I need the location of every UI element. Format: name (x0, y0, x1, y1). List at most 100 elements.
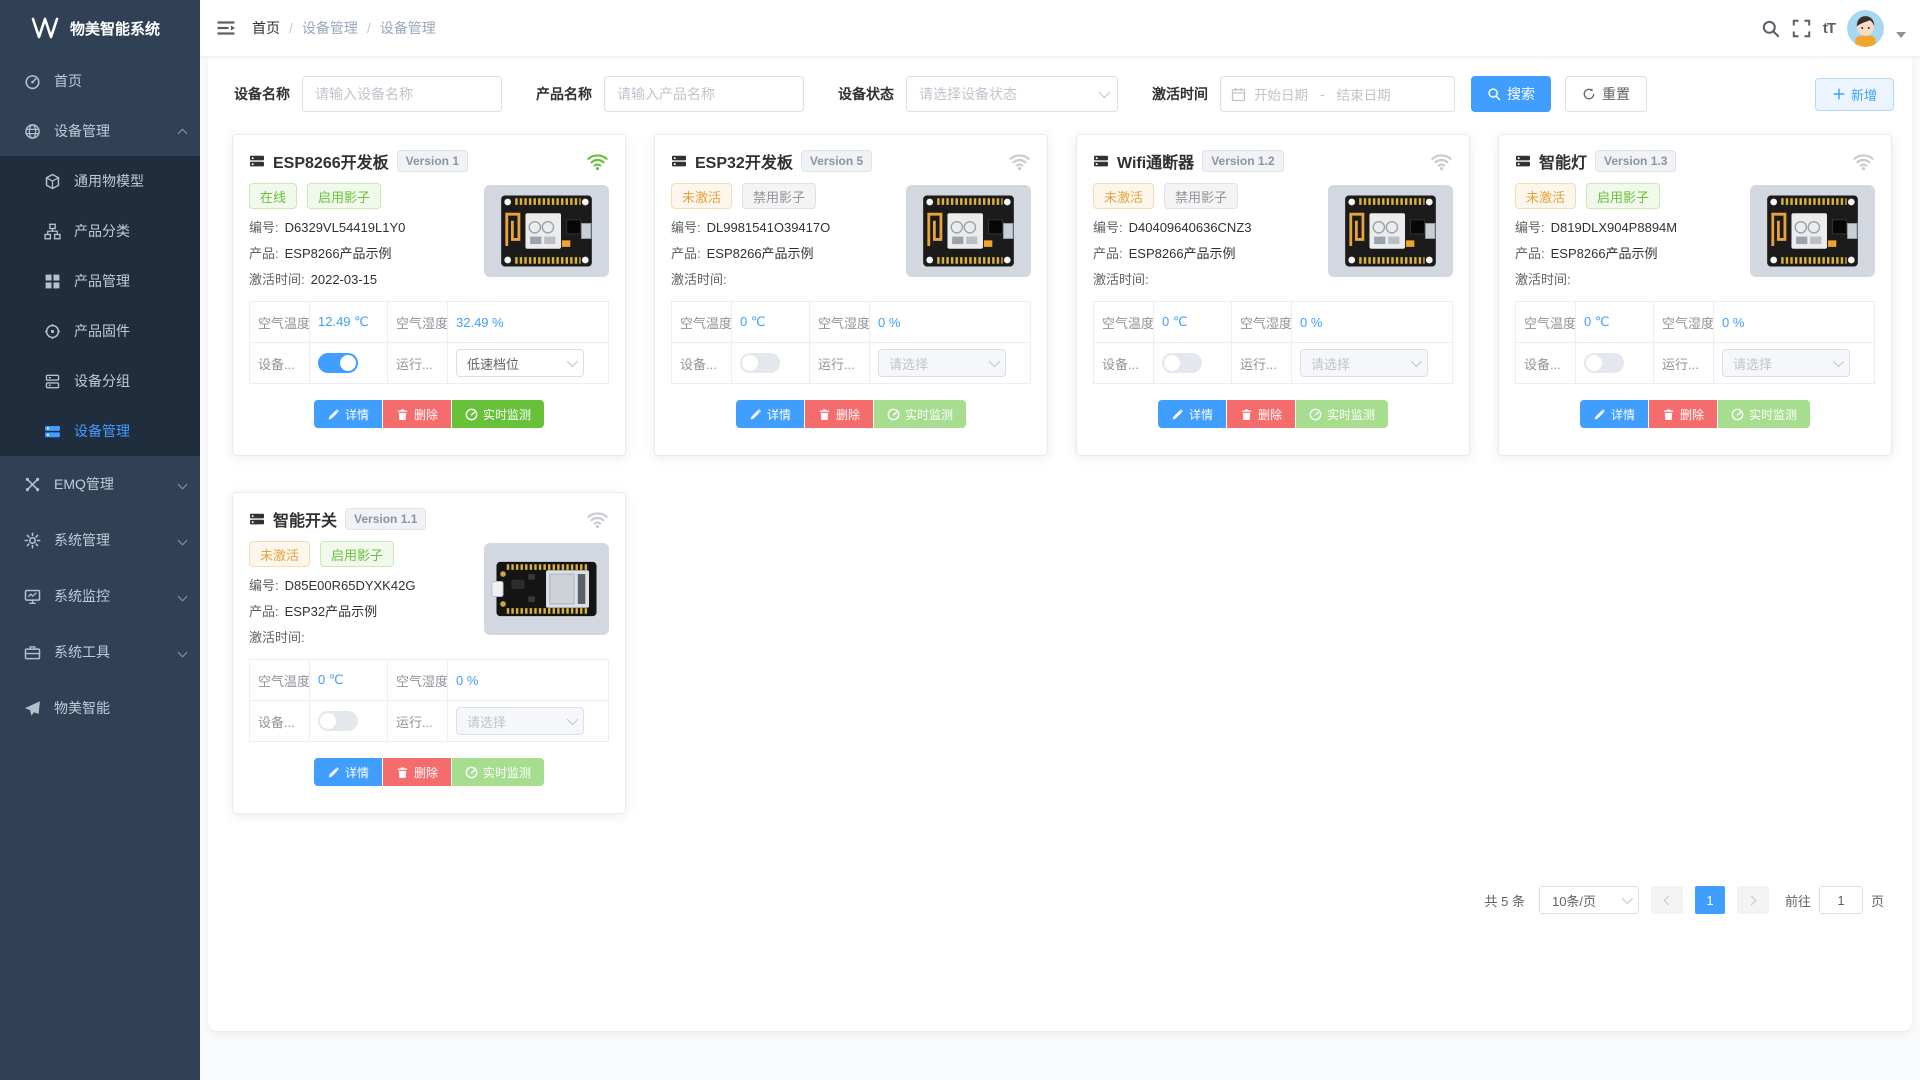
run-mode-placeholder: 请选择 (467, 712, 567, 731)
run-mode-select[interactable]: 请选择 (456, 707, 584, 735)
detail-button[interactable]: 详情 (314, 758, 382, 786)
sidebar-item-brand[interactable]: 物美智能 (0, 680, 200, 736)
chevron-down-icon (989, 356, 1000, 367)
sidebar-group-emq[interactable]: EMQ管理 (0, 456, 200, 512)
sidebar-group-label: 系统工具 (54, 642, 110, 662)
run-mode-value: 低速档位 (467, 354, 567, 373)
device-switch-label: 设备... (1094, 343, 1154, 384)
page-number-current[interactable]: 1 (1695, 886, 1725, 914)
avatar[interactable] (1847, 10, 1884, 47)
font-size-icon[interactable]: tT (1823, 20, 1835, 37)
gauge-icon (1731, 408, 1744, 421)
shadow-badge: 禁用影子 (742, 183, 816, 209)
sidebar-item-product-management[interactable]: 产品管理 (0, 256, 200, 306)
delete-button[interactable]: 删除 (1649, 400, 1717, 428)
device-card: Wifi通断器 Version 1.2 未激活 禁用影子 编号:D4040964… (1076, 134, 1470, 456)
sidebar-group-system-tools[interactable]: 系统工具 (0, 624, 200, 680)
breadcrumb-home[interactable]: 首页 (252, 18, 280, 38)
sidebar-item-thing-model[interactable]: 通用物模型 (0, 156, 200, 206)
device-switch-toggle[interactable] (1584, 353, 1624, 373)
device-image (1750, 185, 1875, 277)
detail-button[interactable]: 详情 (736, 400, 804, 428)
app-logo[interactable]: 物美智能系统 (0, 0, 200, 56)
active-time-range-picker[interactable]: 开始日期 - 结束日期 (1220, 76, 1455, 112)
sidebar-group-device-management[interactable]: 设备管理 (0, 106, 200, 156)
delete-button[interactable]: 删除 (383, 400, 451, 428)
sidebar-group-system-management[interactable]: 系统管理 (0, 512, 200, 568)
device-product-row: 产品:ESP8266产品示例 (1093, 241, 1318, 267)
device-number: D40409640636CNZ3 (1129, 220, 1252, 235)
device-switch-label: 设备... (672, 343, 732, 384)
sidebar-collapse-icon[interactable] (216, 18, 236, 38)
fullscreen-icon[interactable] (1792, 19, 1811, 38)
calendar-icon (1231, 87, 1246, 102)
device-active-time-row: 激活时间: (1093, 267, 1318, 293)
chevron-down-icon (1411, 356, 1422, 367)
device-status-select[interactable]: 请选择设备状态 (906, 76, 1118, 112)
sidebar-item-device-group[interactable]: 设备分组 (0, 356, 200, 406)
version-badge: Version 1.2 (1202, 150, 1283, 172)
next-page-button[interactable] (1737, 886, 1769, 914)
shadow-badge: 启用影子 (320, 541, 394, 567)
prev-page-button[interactable] (1651, 886, 1683, 914)
sidebar-group-label: 设备管理 (54, 121, 110, 141)
pen-icon (327, 408, 340, 421)
sidebar-item-device-management-active[interactable]: 设备管理 (0, 406, 200, 456)
run-mode-label: 运行... (810, 343, 870, 384)
delete-button[interactable]: 删除 (1227, 400, 1295, 428)
page-size-select[interactable]: 10条/页 (1539, 886, 1639, 914)
run-mode-label: 运行... (388, 343, 448, 384)
sidebar-item-home[interactable]: 首页 (0, 56, 200, 106)
run-mode-placeholder: 请选择 (889, 354, 989, 373)
detail-button[interactable]: 详情 (1580, 400, 1648, 428)
product-name-input[interactable] (604, 76, 804, 112)
delete-button[interactable]: 删除 (805, 400, 873, 428)
delete-button[interactable]: 删除 (383, 758, 451, 786)
device-title: ESP32开发板 (695, 149, 793, 173)
reset-button[interactable]: 重置 (1565, 76, 1647, 112)
device-image (484, 185, 609, 277)
device-switch-label: 设备... (250, 343, 310, 384)
goto-page-input[interactable] (1819, 886, 1863, 914)
detail-button[interactable]: 详情 (314, 400, 382, 428)
product-name-label: 产品名称 (536, 84, 592, 104)
range-separator: - (1320, 86, 1325, 102)
chevron-left-icon (1664, 895, 1674, 905)
sidebar-group-label: EMQ管理 (54, 474, 114, 494)
device-name-input[interactable] (302, 76, 502, 112)
start-date-placeholder: 开始日期 (1254, 84, 1308, 104)
search-button[interactable]: 搜索 (1471, 76, 1551, 112)
device-product-row: 产品:ESP8266产品示例 (1515, 241, 1740, 267)
chevron-right-icon (1747, 895, 1757, 905)
chevron-up-icon (178, 128, 188, 138)
device-switch-toggle[interactable] (740, 353, 780, 373)
stack-icon (44, 373, 61, 390)
server-icon (44, 423, 61, 440)
detail-button[interactable]: 详情 (1158, 400, 1226, 428)
sidebar-item-product-category[interactable]: 产品分类 (0, 206, 200, 256)
device-name-label: 设备名称 (234, 84, 290, 104)
search-icon[interactable] (1761, 19, 1780, 38)
add-device-button[interactable]: 新增 (1815, 78, 1894, 111)
run-mode-select[interactable]: 低速档位 (456, 349, 584, 377)
breadcrumb-device-management: 设备管理 (302, 18, 358, 38)
version-badge: Version 5 (801, 150, 872, 172)
wifi-offline-icon (1008, 150, 1031, 173)
device-switch-toggle[interactable] (318, 711, 358, 731)
run-mode-select[interactable]: 请选择 (1722, 349, 1850, 377)
device-active-time-row: 激活时间: (1515, 267, 1740, 293)
temp-label: 空气温度 (250, 302, 310, 343)
caret-down-icon[interactable] (1896, 32, 1906, 38)
realtime-monitor-button[interactable]: 实时监测 (452, 400, 544, 428)
sidebar-group-system-monitor[interactable]: 系统监控 (0, 568, 200, 624)
device-switch-toggle[interactable] (1162, 353, 1202, 373)
device-switch-toggle[interactable] (318, 353, 358, 373)
server-icon (249, 153, 265, 169)
run-mode-select[interactable]: 请选择 (1300, 349, 1428, 377)
device-product: ESP8266产品示例 (285, 246, 392, 261)
run-mode-label: 运行... (1232, 343, 1292, 384)
run-mode-select[interactable]: 请选择 (878, 349, 1006, 377)
device-active-time-row: 激活时间:2022-03-15 (249, 267, 474, 293)
sidebar-item-product-firmware[interactable]: 产品固件 (0, 306, 200, 356)
device-product-row: 产品:ESP8266产品示例 (671, 241, 896, 267)
